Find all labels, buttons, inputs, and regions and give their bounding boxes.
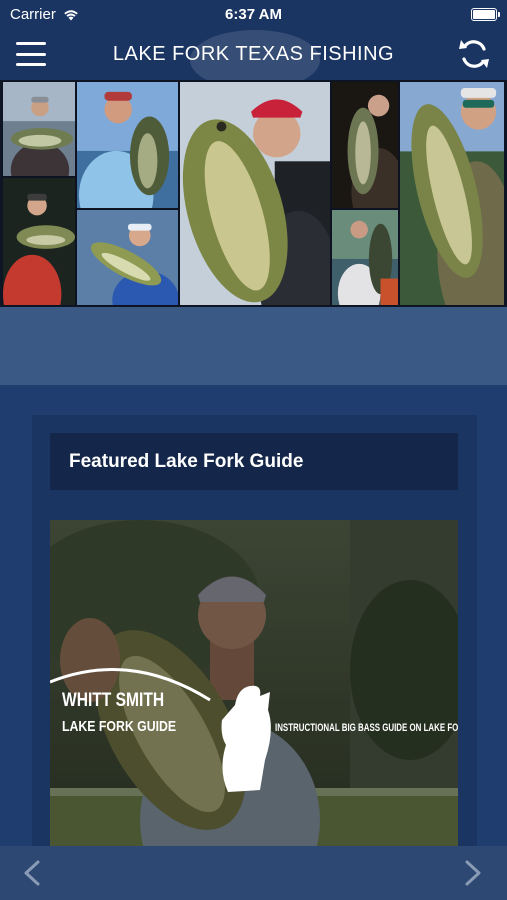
nav-bar: LAKE FORK TEXAS FISHING (0, 28, 507, 80)
angler-photo (331, 81, 399, 209)
status-bar: Carrier 6:37 AM (0, 0, 507, 28)
featured-heading-text: Featured Lake Fork Guide (69, 450, 304, 472)
guide-name: WHITT SMITH (62, 690, 165, 711)
guide-tagline: INSTRUCTIONAL BIG BASS GUIDE ON LAKE FOR… (275, 722, 458, 734)
chevron-left-icon[interactable] (22, 860, 42, 886)
refresh-icon[interactable] (457, 36, 491, 72)
angler-photo (76, 209, 179, 306)
angler-photo (179, 81, 331, 306)
featured-guide-banner[interactable]: WHITT SMITH LAKE FORK GUIDE INSTRUCTIONA… (50, 520, 458, 850)
app-title: LAKE FORK TEXAS FISHING (112, 42, 395, 65)
carrier-label: Carrier (10, 5, 56, 23)
angler-photo (2, 177, 76, 306)
pager-bar (0, 846, 507, 900)
carrier-info: Carrier (10, 6, 80, 23)
angler-photo (76, 81, 179, 209)
angler-photo (399, 81, 505, 306)
featured-heading: Featured Lake Fork Guide (50, 433, 458, 490)
angler-photo (2, 81, 76, 177)
guide-photo (50, 520, 458, 850)
hamburger-menu-icon[interactable] (14, 38, 48, 70)
chevron-right-icon[interactable] (463, 860, 483, 886)
featured-guide-panel: Featured Lake Fork Guide WHITT SMITH LAK… (32, 415, 477, 850)
battery-icon (471, 7, 500, 21)
divider-band (0, 307, 507, 385)
angler-photo (331, 209, 399, 306)
guide-role: LAKE FORK GUIDE (62, 718, 177, 735)
photo-collage (0, 80, 507, 307)
wifi-icon (64, 9, 78, 20)
